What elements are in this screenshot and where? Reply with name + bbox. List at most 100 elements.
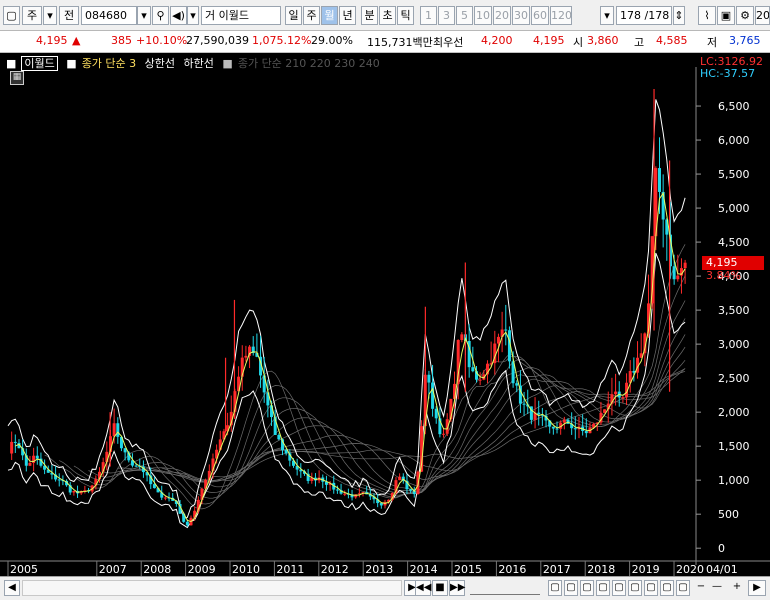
y-tick-label-4: 2,000 <box>718 406 750 419</box>
stop-icon[interactable]: ■ <box>432 580 448 596</box>
fast-forward-icon[interactable]: ▶▶ <box>449 580 465 596</box>
tick-button-1[interactable]: 3 <box>438 6 455 25</box>
x-last-label: 04/01 <box>706 563 738 576</box>
candle-body-127 <box>471 367 475 372</box>
tick-button-2[interactable]: 5 <box>456 6 473 25</box>
search-icon[interactable]: ⚲ <box>152 6 169 25</box>
candle-body-139 <box>515 383 519 386</box>
candle-body-1 <box>10 441 14 454</box>
tool-f-icon[interactable]: ▢ <box>628 580 642 596</box>
window-icon[interactable]: ▢ <box>3 6 20 25</box>
legend-upper[interactable]: 상한선 <box>145 57 175 70</box>
scroll-right-icon[interactable]: ▶ <box>748 580 766 596</box>
tick-button-5[interactable]: 30 <box>512 6 530 25</box>
candle-body-141 <box>522 403 526 405</box>
x-tick-label-13: 2019 <box>632 563 660 576</box>
speed-slider[interactable] <box>470 582 540 595</box>
period-button-4[interactable]: 분 <box>361 6 378 25</box>
x-tick-label-6: 2012 <box>321 563 349 576</box>
y-tick-label-12: 6,000 <box>718 134 750 147</box>
y-tick-label-3: 1,500 <box>718 440 750 453</box>
market-dropdown-icon[interactable]: ▾ <box>43 6 57 25</box>
counter-stepper-icon[interactable]: ⇕ <box>673 6 685 25</box>
candle-body-35 <box>134 465 138 467</box>
top-toolbar: ▢ 주 ▾ 전 084680 ▾ ⚲ ◀) ▾ 거 이월드 일주월년분초틱 13… <box>0 0 770 31</box>
settings-gear-icon[interactable]: ⚙ <box>736 6 754 25</box>
period-button-5[interactable]: 초 <box>379 6 396 25</box>
stock-name: 이월드 <box>218 9 249 22</box>
period-button-3[interactable]: 년 <box>339 6 356 25</box>
volume: 27,590,039 <box>186 34 249 47</box>
scroll-track[interactable] <box>22 580 402 596</box>
candle-body-92 <box>343 493 347 495</box>
candle-body-110 <box>409 489 413 491</box>
speaker-dropdown-icon[interactable]: ▾ <box>187 6 199 25</box>
candle-body-65 <box>244 355 248 358</box>
tool-e-icon[interactable]: ▢ <box>612 580 626 596</box>
price-change-pct: +10.10% <box>136 34 188 47</box>
price-chart[interactable]: 05001,0001,5002,0002,5003,0003,5004,0004… <box>0 53 770 576</box>
y-tick-label-10: 5,000 <box>718 202 750 215</box>
code-dropdown-icon[interactable]: ▾ <box>137 6 151 25</box>
x-tick-label-8: 2014 <box>410 563 438 576</box>
table-grid-icon[interactable]: ▦ <box>10 71 24 85</box>
zoom-out-icon[interactable]: − <box>694 580 708 596</box>
candle-body-102 <box>379 503 383 506</box>
period-button-6[interactable]: 틱 <box>397 6 414 25</box>
high-price: 4,585 <box>656 34 688 47</box>
period-button-1[interactable]: 주 <box>303 6 320 25</box>
tool-b-icon[interactable]: ▢ <box>564 580 578 596</box>
chart-legend: ■ 이월드 ■ 종가 단순 3 상한선 하한선 ■ 종가 단순 210 220 230… <box>6 55 385 71</box>
lower-envelope <box>7 252 686 529</box>
candle-body-90 <box>335 489 339 491</box>
speaker-icon[interactable]: ◀) <box>170 6 187 25</box>
tick-button-7[interactable]: 120 <box>550 6 572 25</box>
period-button-2[interactable]: 월 <box>321 6 338 25</box>
scroll-left-icon[interactable]: ◀ <box>4 580 20 596</box>
minus-icon[interactable]: — <box>710 580 724 596</box>
market-button[interactable]: 주 <box>22 6 42 25</box>
y-tick-label-2: 1,000 <box>718 474 750 487</box>
tick-button-6[interactable]: 60 <box>531 6 549 25</box>
legend-ma3[interactable]: 종가 단순 3 <box>82 57 136 70</box>
current-price-tag: 4,195 <box>702 255 764 270</box>
rewind-icon[interactable]: ◀◀ <box>415 580 431 596</box>
tick-button-0[interactable]: 1 <box>420 6 437 25</box>
tool-c-icon[interactable]: ▢ <box>580 580 594 596</box>
legend-stock-name[interactable]: 이월드 <box>21 56 58 71</box>
x-tick-label-3: 2009 <box>188 563 216 576</box>
candle-body-115 <box>427 374 431 383</box>
x-tick-label-9: 2015 <box>454 563 482 576</box>
counter-dropdown-icon[interactable]: ▾ <box>600 6 614 25</box>
candle-body-107 <box>398 476 402 481</box>
jeon-button[interactable]: 전 <box>59 6 79 25</box>
candle-body-155 <box>573 428 577 430</box>
period-button-0[interactable]: 일 <box>285 6 302 25</box>
code-input[interactable]: 084680 <box>81 6 137 25</box>
y-tick-label-6: 3,000 <box>718 338 750 351</box>
tool-d-icon[interactable]: ▢ <box>596 580 610 596</box>
candle-body-182 <box>672 266 676 280</box>
tool-h-icon[interactable]: ▢ <box>660 580 674 596</box>
candle-body-49 <box>185 521 189 526</box>
candle-body-124 <box>460 334 464 341</box>
legend-lower[interactable]: 하한선 <box>184 57 214 70</box>
candle-body-6 <box>28 462 32 466</box>
candle-body-30 <box>116 423 120 437</box>
stock-name-field[interactable]: 거 이월드 <box>201 6 281 25</box>
save-icon[interactable]: ▣ <box>717 6 735 25</box>
tool-g-icon[interactable]: ▢ <box>644 580 658 596</box>
chart-area[interactable]: 0 500 1,000 1,500 2,000 2,500 3,000 3,500 4,000 4… <box>0 53 770 600</box>
candle-body-8 <box>35 455 39 459</box>
zoom-in-icon[interactable]: + <box>730 580 744 596</box>
tick-button-3[interactable]: 10 <box>474 6 492 25</box>
legend-ma-group[interactable]: 종가 단순 210 220 230 240 <box>238 57 380 70</box>
y-tick-label-9: 4,500 <box>718 236 750 249</box>
tick-button-4[interactable]: 20 <box>493 6 511 25</box>
ma-line-1 <box>59 275 686 505</box>
tool-a-icon[interactable]: ▢ <box>548 580 562 596</box>
chart-tool-icon[interactable]: ⌇ <box>698 6 716 25</box>
tool-i-icon[interactable]: ▢ <box>676 580 690 596</box>
candle-body-158 <box>584 431 588 434</box>
ma-line-4 <box>103 334 686 493</box>
